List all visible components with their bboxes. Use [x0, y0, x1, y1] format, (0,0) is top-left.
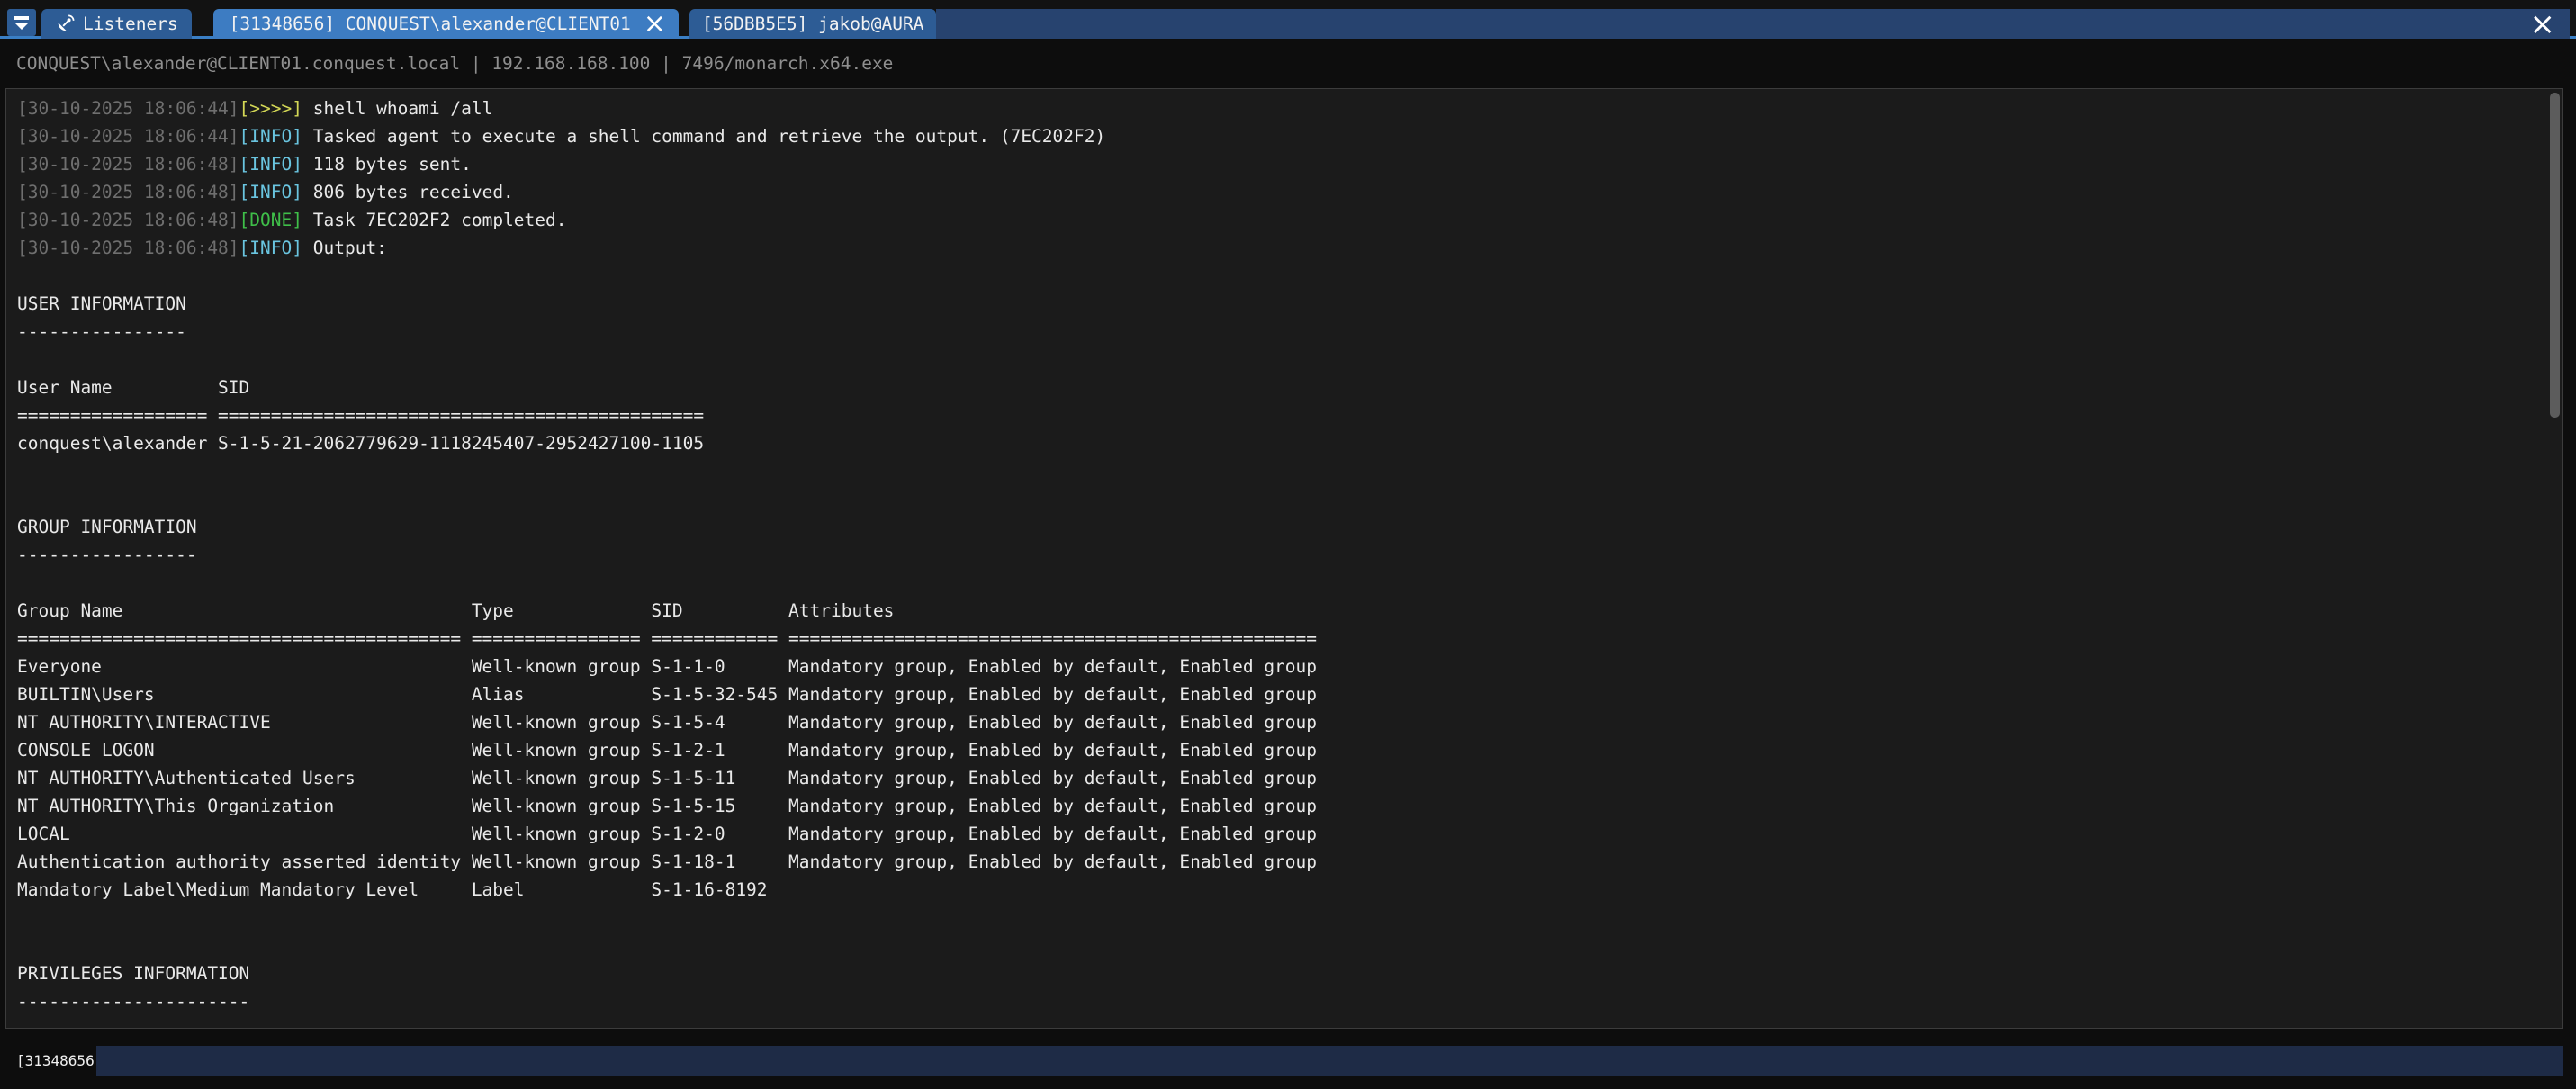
command-bar: [31348656]: [0, 1029, 2576, 1089]
terminal-output-line: Mandatory Label\Medium Mandatory Level L…: [17, 876, 2562, 904]
tab-close-icon[interactable]: ×: [644, 15, 666, 33]
terminal-output-line: BUILTIN\Users Alias S-1-5-32-545 Mandato…: [17, 680, 2562, 708]
terminal-output-line: NT AUTHORITY\Authenticated Users Well-kn…: [17, 764, 2562, 792]
terminal-output-line: Authentication authority asserted identi…: [17, 848, 2562, 876]
window-close-icon[interactable]: ×: [2530, 14, 2556, 35]
log-message: Output:: [302, 238, 387, 258]
terminal-output-line: [17, 932, 2562, 959]
terminal-output-line: Group Name Type SID Attributes: [17, 597, 2562, 625]
terminal-log-line: [30-10-2025 18:06:48][DONE] Task 7EC202F…: [17, 206, 2562, 234]
terminal-log-line: [30-10-2025 18:06:48][INFO] Output:: [17, 234, 2562, 262]
terminal-output-line: ========================================…: [17, 625, 2562, 652]
log-message: Tasked agent to execute a shell command …: [302, 126, 1105, 147]
log-tag-info: [INFO]: [239, 182, 302, 202]
log-timestamp: [30-10-2025 18:06:48]: [17, 182, 239, 202]
log-message: 806 bytes received.: [302, 182, 514, 202]
tab-strip-filler: ×: [936, 9, 2570, 39]
log-tag-info: [INFO]: [239, 126, 302, 147]
scrollbar-thumb[interactable]: [2550, 93, 2560, 418]
log-timestamp: [30-10-2025 18:06:44]: [17, 98, 239, 119]
satellite-dish-icon: [55, 14, 75, 34]
log-message: shell whoami /all: [302, 98, 492, 119]
tab-label: Listeners: [83, 14, 178, 34]
terminal-output-line: NT AUTHORITY\INTERACTIVE Well-known grou…: [17, 708, 2562, 736]
status-row: CONQUEST\alexander@CLIENT01.conquest.loc…: [0, 39, 2576, 88]
menu-dropdown-button[interactable]: [7, 9, 36, 36]
log-tag-done: [DONE]: [239, 210, 302, 230]
terminal-log-line: [30-10-2025 18:06:44][>>>>] shell whoami…: [17, 94, 2562, 122]
terminal-output[interactable]: [30-10-2025 18:06:44][>>>>] shell whoami…: [5, 88, 2563, 1029]
terminal-output-line: ================== =====================…: [17, 401, 2562, 429]
tab-agent-31348656[interactable]: [31348656] CONQUEST\alexander@CLIENT01 ×: [213, 9, 679, 39]
tab-label: [31348656] CONQUEST\alexander@CLIENT01: [230, 14, 631, 34]
log-timestamp: [30-10-2025 18:06:44]: [17, 126, 239, 147]
terminal-output-line: USER INFORMATION: [17, 290, 2562, 318]
terminal-output-line: ----------------: [17, 318, 2562, 346]
tab-label: [56DBB5E5] jakob@AURA: [702, 14, 924, 34]
command-input[interactable]: [96, 1046, 2563, 1076]
terminal-output-line: PRIVILEGES INFORMATION: [17, 959, 2562, 987]
log-message: Task 7EC202F2 completed.: [302, 210, 567, 230]
terminal-output-line: CONSOLE LOGON Well-known group S-1-2-1 M…: [17, 736, 2562, 764]
terminal-output-line: ----------------------: [17, 987, 2562, 1015]
terminal-output-line: [17, 457, 2562, 485]
log-message: 118 bytes sent.: [302, 154, 472, 175]
terminal-output-line: conquest\alexander S-1-5-21-2062779629-1…: [17, 429, 2562, 457]
log-tag-info: [INFO]: [239, 238, 302, 258]
log-tag-info: [INFO]: [239, 154, 302, 175]
terminal-output-line: [17, 904, 2562, 932]
terminal-output-line: Everyone Well-known group S-1-1-0 Mandat…: [17, 652, 2562, 680]
tab-listeners[interactable]: Listeners: [41, 9, 192, 39]
log-timestamp: [30-10-2025 18:06:48]: [17, 238, 239, 258]
chevron-down-icon: [14, 22, 29, 30]
terminal-output-line: NT AUTHORITY\This Organization Well-know…: [17, 792, 2562, 820]
terminal-output-line: GROUP INFORMATION: [17, 513, 2562, 541]
terminal-output-line: [17, 346, 2562, 374]
terminal-output-line: LOCAL Well-known group S-1-2-0 Mandatory…: [17, 820, 2562, 848]
command-prompt-label: [31348656]: [16, 1046, 103, 1076]
log-tag-command: [>>>>]: [239, 98, 302, 119]
agent-info-text: CONQUEST\alexander@CLIENT01.conquest.loc…: [16, 39, 893, 88]
log-timestamp: [30-10-2025 18:06:48]: [17, 210, 239, 230]
tab-bar: Listeners [31348656] CONQUEST\alexander@…: [0, 0, 2576, 39]
terminal-output-line: [17, 569, 2562, 597]
terminal-log-line: [30-10-2025 18:06:44][INFO] Tasked agent…: [17, 122, 2562, 150]
terminal-output-line: User Name SID: [17, 374, 2562, 401]
terminal-output-line: -----------------: [17, 541, 2562, 569]
menu-dropdown-icon: [14, 16, 29, 20]
c2-client-window: Listeners [31348656] CONQUEST\alexander@…: [0, 0, 2576, 1089]
terminal-output-line: [17, 262, 2562, 290]
tab-agent-56dbb5e5[interactable]: [56DBB5E5] jakob@AURA: [689, 9, 937, 39]
terminal-log-line: [30-10-2025 18:06:48][INFO] 118 bytes se…: [17, 150, 2562, 178]
log-timestamp: [30-10-2025 18:06:48]: [17, 154, 239, 175]
terminal-output-line: [17, 485, 2562, 513]
terminal-log-line: [30-10-2025 18:06:48][INFO] 806 bytes re…: [17, 178, 2562, 206]
